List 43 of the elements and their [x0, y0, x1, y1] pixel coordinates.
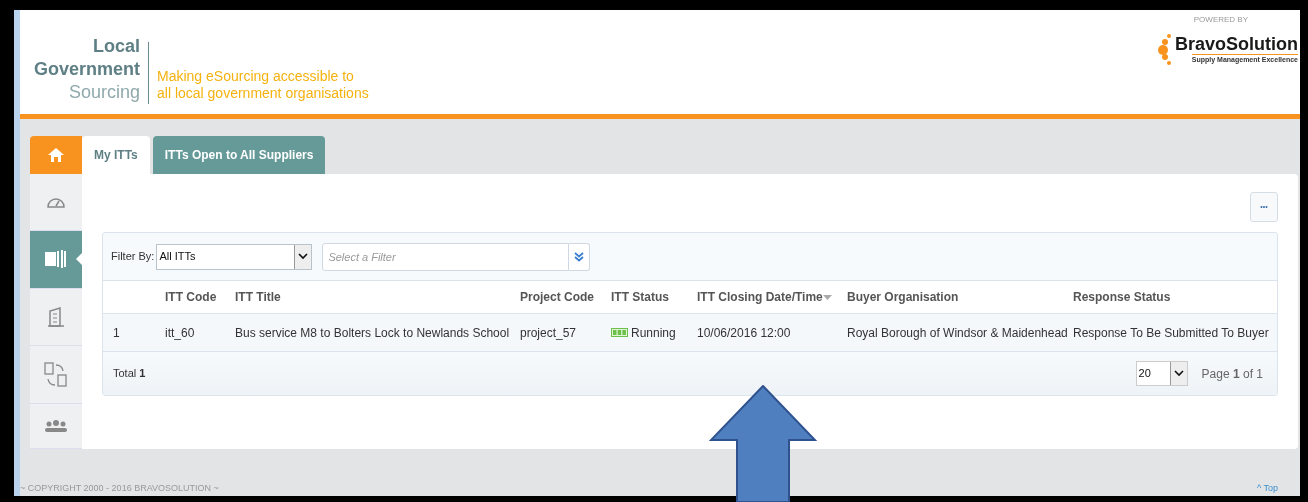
table-cell-text: Bus service M8 to Bolters Lock to Newlands School: [235, 324, 510, 342]
table-cell-text: 10/06/2016 12:00: [697, 324, 791, 342]
column-header[interactable]: Buyer Organisation: [847, 288, 959, 306]
column-header[interactable]: Project Code: [520, 288, 594, 306]
building-icon: [48, 307, 64, 327]
tagline-text: all local government organisations: [157, 85, 369, 102]
table-cell-text: Response To Be Submitted To Buyer: [1073, 324, 1269, 342]
table-cell-text: Royal Borough of Windsor & Maidenhead: [847, 324, 1068, 342]
filter-label: Filter By:: [111, 249, 155, 265]
home-tab[interactable]: [30, 136, 82, 174]
double-chevron-down-icon: [574, 251, 585, 262]
battery-icon: [611, 328, 628, 337]
sort-down-icon: [822, 294, 832, 300]
logo-text: Government: [33, 58, 140, 81]
chevron-down-icon: [1173, 370, 1184, 377]
home-icon: [47, 147, 65, 163]
table-cell-text: itt_60: [165, 324, 195, 342]
document-icon: [45, 249, 67, 270]
table-cell-text: 1: [113, 324, 120, 342]
filter-expand-button[interactable]: [569, 242, 591, 271]
tab[interactable]: My ITTs: [82, 136, 150, 174]
filter-dropdown[interactable]: All ITTs: [156, 243, 313, 270]
sidebar-item[interactable]: [30, 230, 82, 289]
powered-by-text: POWERED BY: [1193, 14, 1248, 26]
filter-select-field[interactable]: Select a Filter: [322, 242, 570, 271]
document-exchange-icon: [44, 361, 68, 388]
tagline-text: Making eSourcing accessible to: [157, 68, 355, 85]
table-cell-text: project_57: [520, 324, 577, 342]
total-count: Total 1: [113, 366, 146, 382]
copyright-text: ~ COPYRIGHT 2000 - 2016 BRAVOSOLUTION ~: [20, 481, 219, 495]
column-header[interactable]: ITT Title: [235, 288, 281, 306]
column-header[interactable]: ITT Status: [611, 288, 669, 306]
column-header[interactable]: Response Status: [1073, 288, 1171, 306]
chevron-down-icon: [298, 253, 309, 260]
page-indicator: Page 1 of 1: [1201, 365, 1263, 383]
logo-text: Sourcing: [68, 81, 140, 104]
people-icon: [44, 419, 68, 434]
page-size-dropdown[interactable]: 20: [1135, 361, 1188, 386]
column-header[interactable]: ITT Closing Date/Time: [697, 288, 823, 306]
brand-name: BravoSolution: [1175, 33, 1298, 54]
table-cell-text: Running: [631, 324, 676, 342]
logo-text: Local: [93, 35, 140, 58]
column-header[interactable]: ITT Code: [165, 288, 217, 306]
